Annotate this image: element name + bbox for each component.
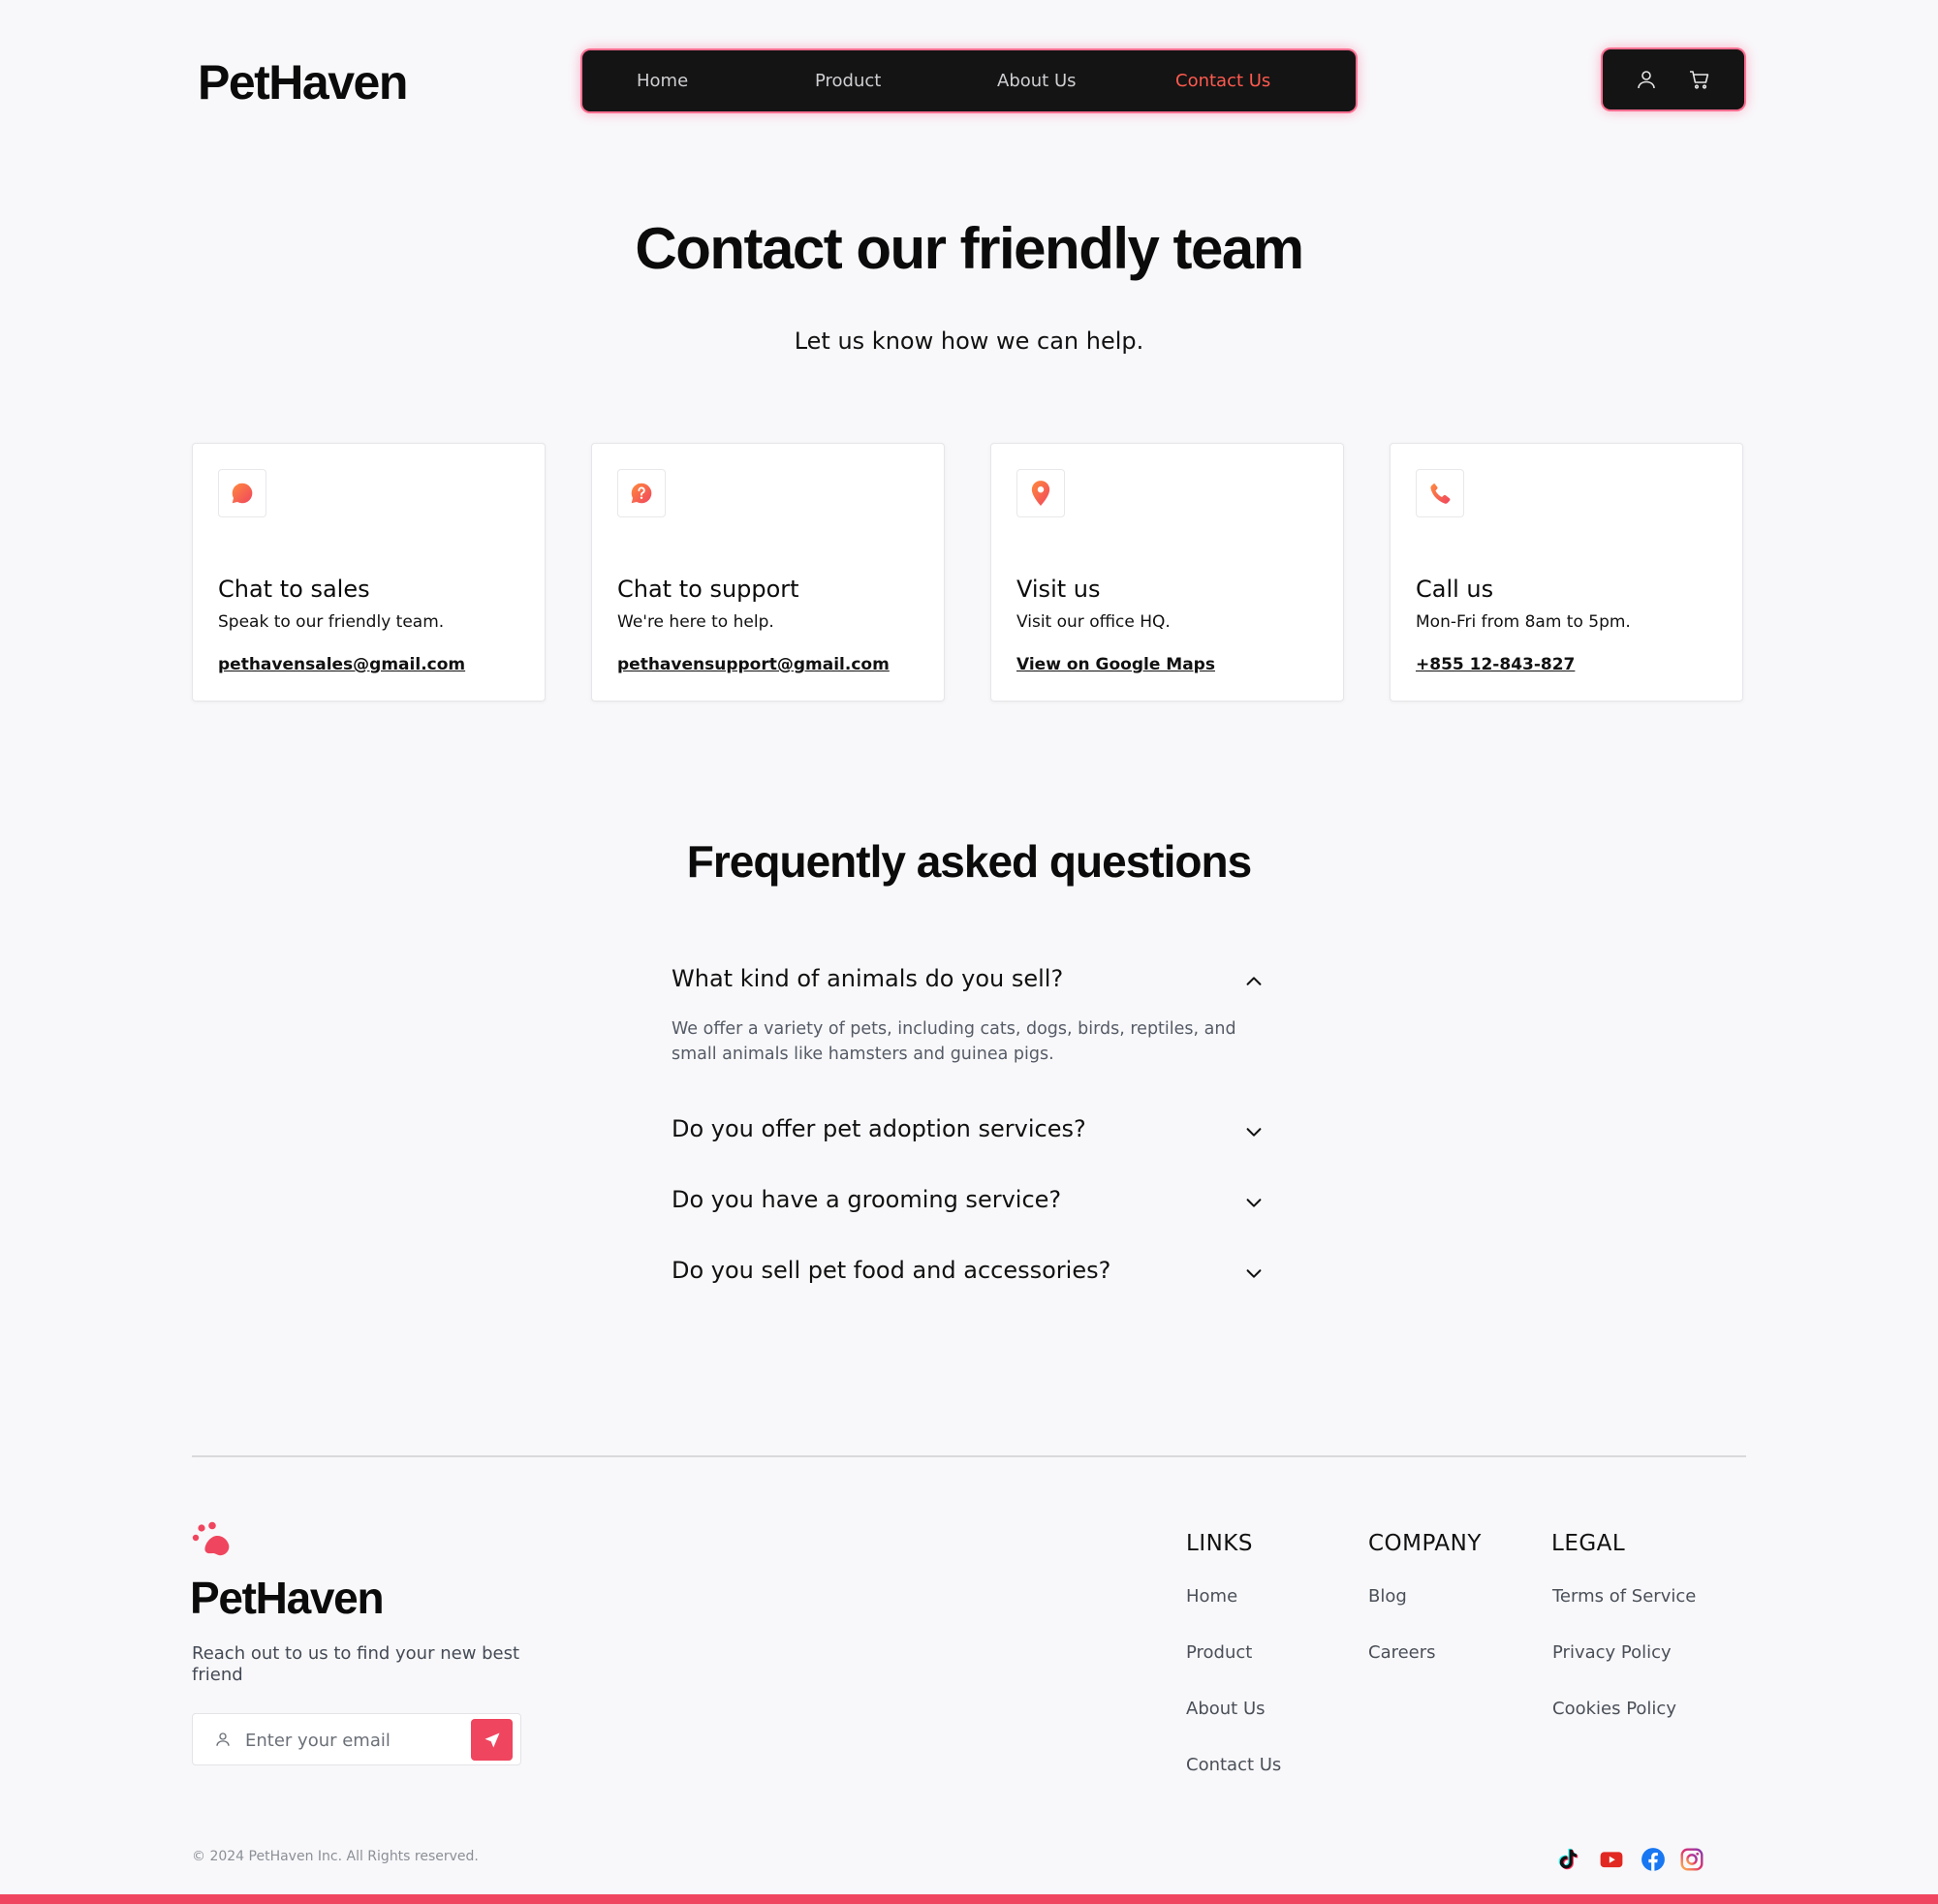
account-cart-bar [1603,49,1744,109]
faq-question-text: Do you sell pet food and accessories? [672,1257,1111,1284]
nav-item-about-us[interactable]: About Us [997,50,1077,111]
footer-heading-links: LINKS [1186,1531,1253,1556]
tiktok-icon[interactable] [1556,1847,1581,1872]
user-icon [216,1732,230,1746]
footer-brand-logo[interactable]: PetHaven [190,1572,385,1624]
footer-link-cookies[interactable]: Cookies Policy [1552,1699,1676,1719]
chevron-down-icon [1246,1269,1262,1278]
card-title: Call us [1416,576,1494,603]
contact-card-call: Call us Mon-Fri from 8am to 5pm. +855 12… [1390,443,1743,702]
footer-link-about-us[interactable]: About Us [1186,1699,1266,1719]
footer-divider [192,1455,1746,1457]
brand-logo[interactable]: PetHaven [198,54,408,110]
footer-link-terms[interactable]: Terms of Service [1552,1586,1696,1607]
sales-email-link[interactable]: pethavensales@gmail.com [218,655,465,674]
chevron-down-icon [1246,1128,1262,1137]
faq-question-text: Do you have a grooming service? [672,1186,1062,1213]
nav-item-contact-us[interactable]: Contact Us [1175,50,1270,111]
main-nav: Home Product About Us Contact Us [582,50,1356,111]
footer-link-home[interactable]: Home [1186,1586,1237,1607]
cart-icon[interactable] [1688,68,1711,91]
footer-heading-company: COMPANY [1368,1531,1482,1556]
phone-icon [1416,469,1464,517]
card-description: Mon-Fri from 8am to 5pm. [1416,612,1631,632]
email-input[interactable] [245,1724,458,1757]
faq-question-text: What kind of animals do you sell? [672,965,1064,992]
instagram-icon[interactable] [1679,1847,1704,1872]
chat-bubble-icon [218,469,266,517]
card-description: Visit our office HQ. [1016,612,1171,632]
page-subtitle: Let us know how we can help. [794,328,1144,355]
card-description: We're here to help. [617,612,774,632]
footer-link-careers[interactable]: Careers [1368,1642,1436,1663]
contact-card-visit: Visit us Visit our office HQ. View on Go… [990,443,1344,702]
card-title: Chat to support [617,576,799,603]
paw-logo-icon [192,1521,230,1556]
contact-card-sales: Chat to sales Speak to our friendly team… [192,443,546,702]
send-icon [484,1732,499,1747]
footer-heading-legal: LEGAL [1551,1531,1626,1556]
chevron-up-icon [1246,977,1262,985]
map-pin-icon [1016,469,1065,517]
faq-answer: We offer a variety of pets, including ca… [672,1019,1236,1064]
footer-link-privacy[interactable]: Privacy Policy [1552,1642,1672,1663]
faq-question-adoption[interactable]: Do you offer pet adoption services? [672,1111,1265,1150]
footer-tagline: Reach out to us to find your new best fr… [192,1643,520,1685]
help-chat-icon [617,469,666,517]
facebook-icon[interactable] [1641,1847,1666,1872]
faq-title: Frequently asked questions [686,836,1252,887]
nav-item-home[interactable]: Home [637,50,688,111]
card-title: Visit us [1016,576,1101,603]
newsletter-form [192,1713,521,1765]
card-description: Speak to our friendly team. [218,612,445,632]
faq-question-food[interactable]: Do you sell pet food and accessories? [672,1253,1265,1292]
chevron-down-icon [1246,1199,1262,1207]
bottom-accent-bar [0,1894,1938,1904]
contact-card-support: Chat to support We're here to help. peth… [591,443,945,702]
faq-question-animals[interactable]: What kind of animals do you sell? [672,961,1265,1000]
user-icon[interactable] [1635,68,1658,91]
faq-question-text: Do you offer pet adoption services? [672,1115,1086,1142]
copyright-text: © 2024 PetHaven Inc. All Rights reserved… [192,1849,479,1864]
phone-link[interactable]: +855 12-843-827 [1416,655,1575,674]
youtube-icon[interactable] [1599,1847,1624,1872]
page-title: Contact our friendly team [635,216,1304,281]
card-title: Chat to sales [218,576,370,603]
footer-link-contact-us[interactable]: Contact Us [1186,1755,1281,1775]
support-email-link[interactable]: pethavensupport@gmail.com [617,655,890,674]
faq-question-grooming[interactable]: Do you have a grooming service? [672,1182,1265,1221]
footer-link-blog[interactable]: Blog [1368,1586,1407,1607]
subscribe-send-button[interactable] [471,1719,513,1761]
footer-link-product[interactable]: Product [1186,1642,1252,1663]
google-maps-link[interactable]: View on Google Maps [1016,655,1215,674]
nav-item-product[interactable]: Product [815,50,881,111]
